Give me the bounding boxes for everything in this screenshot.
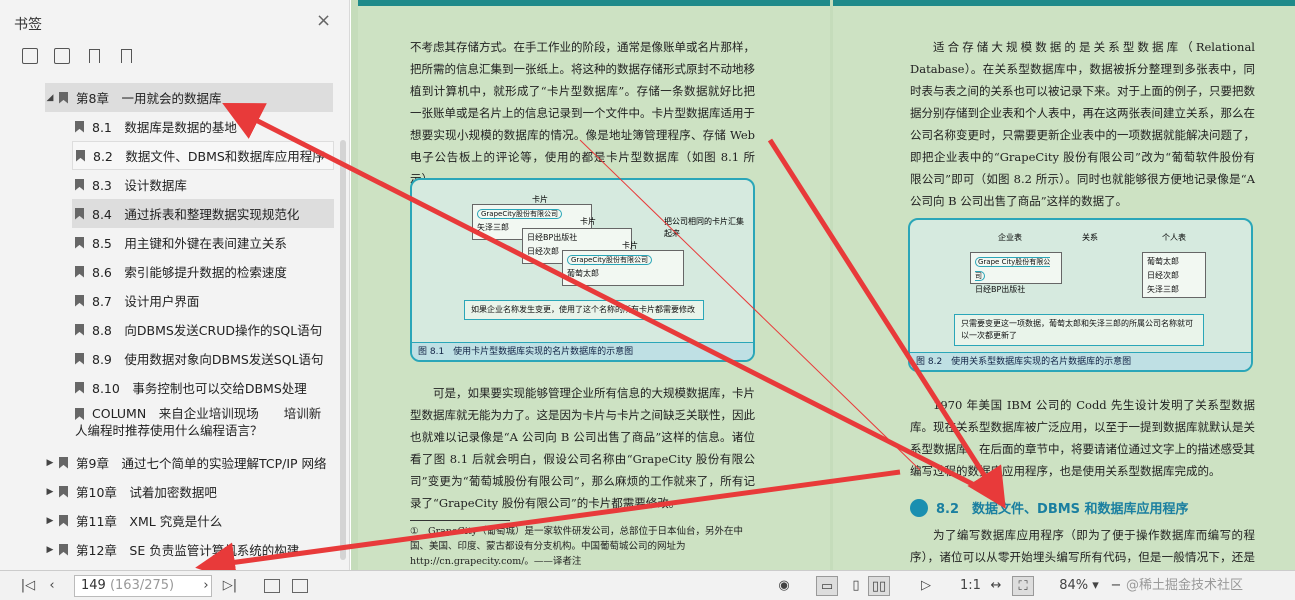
page-header-bar [833, 0, 1295, 6]
bookmark-icon [75, 236, 84, 249]
enter-icon[interactable] [292, 579, 308, 593]
company-table: Grape City股份有限公司 日经BP出版社 [970, 252, 1062, 294]
bookmark-item-8-10[interactable]: 8.10 事务控制也可以交给DBMS处理 [75, 373, 307, 402]
collapse-all-icon[interactable] [54, 48, 70, 64]
bookmark-item-column[interactable]: COLUMN 来自企业培训现场 培训新 人编程时推荐使用什么编程语言？ [75, 405, 321, 441]
bookmark-icon [75, 120, 84, 133]
bookmark-icon [75, 408, 84, 420]
bookmark-icon [75, 323, 84, 336]
last-page-icon[interactable]: ▷| [220, 576, 240, 596]
bookmark-icon [59, 514, 68, 527]
paragraph: 1970 年美国 IBM 公司的 Codd 先生设计发明了关系型数据库。现在关系… [910, 398, 1255, 478]
card: GrapeCity股份有限公司 葡萄太郎 [562, 250, 684, 286]
bookmark-item-8-7[interactable]: 8.7 设计用户界面 [75, 286, 199, 315]
paragraph: 不考虑其存储方式。在手工作业的阶段，通常是像账单或名片那样，把所需的信息汇集到一… [410, 40, 755, 186]
chevron-right-icon[interactable]: ▶ [45, 545, 55, 555]
section-heading: 8.2 数据文件、DBMS 和数据库应用程序 [910, 498, 1189, 517]
figure-8-1: 卡片 GrapeCity股份有限公司 矢泽三郎 卡片 日经BP出版社 日经次郎 卡片… [410, 178, 755, 362]
bookmark-item-ch11[interactable]: ▶ 第11章 XML 究竟是什么 [45, 506, 223, 535]
footnote-rule [410, 520, 510, 521]
bookmark-icon [75, 178, 84, 191]
sidebar-title: 书签 [14, 17, 42, 33]
bookmark-item-8-9[interactable]: 8.9 使用数据对象向DBMS发送SQL语句 [75, 344, 324, 373]
bookmark-icon [75, 294, 84, 307]
bookmark-item-ch9[interactable]: ▶ 第9章 通过七个简单的实验理解TCP/IP 网络 [45, 448, 327, 477]
page-header-bar [358, 0, 830, 6]
bookmark-item-8-1[interactable]: 8.1 数据库是数据的基地 [75, 112, 237, 141]
double-page-icon[interactable]: ▯▯ [868, 576, 890, 596]
footnote: ① GrapeCity（葡萄城）是一家软件研发公司，总部位于日本仙台，另外在中国… [410, 526, 744, 567]
bookmark-item-8-6[interactable]: 8.6 索引能够提升数据的检索速度 [75, 257, 287, 286]
section-icon [910, 498, 928, 517]
bookmark-icon [59, 91, 68, 104]
figure-note: 只需要变更这一项数据，葡萄太郎和矢泽三郎的所属公司名称就可以一次都更新了 [954, 314, 1204, 346]
bookmark-sidebar: 书签 × ◢ 第8章 一用就会的数据库 8.1 数据库是数据的基地 8.2 数据文… [0, 0, 350, 570]
single-page-icon[interactable]: ▭ [816, 576, 838, 596]
sidebar-toolbar [22, 48, 134, 64]
add-bookmark-icon[interactable] [86, 48, 102, 64]
bookmark-item-ch10[interactable]: ▶ 第10章 试着加密数据吧 [45, 477, 217, 506]
bookmark-icon [75, 381, 84, 394]
bookmark-icon [75, 352, 84, 365]
person-table: 葡萄太郎 日经次郎 矢泽三郎 [1142, 252, 1206, 298]
continuous-page-icon[interactable]: ▯ [846, 576, 866, 596]
next-page-icon[interactable]: › [196, 576, 216, 596]
expand-all-icon[interactable] [22, 48, 38, 64]
bookmark-icon [59, 456, 68, 469]
page-number-input[interactable]: 149 (163/275) [74, 575, 212, 597]
bookmark-icon [76, 149, 85, 162]
prev-page-icon[interactable]: ‹ [42, 576, 62, 596]
exit-icon[interactable] [264, 579, 280, 593]
figure-note: 如果企业名称发生变更，使用了这个名称的所有卡片都需要修改 [464, 300, 704, 320]
bookmark-item-ch8[interactable]: ◢ 第8章 一用就会的数据库 [45, 83, 333, 112]
fit-width-icon[interactable]: ↔ [986, 576, 1006, 596]
bookmark-icon [59, 543, 68, 556]
chevron-right-icon[interactable]: ▶ [45, 487, 55, 497]
figure-8-2: 企业表 关系 个人表 Grape City股份有限公司 日经BP出版社 葡萄太郎日… [908, 218, 1253, 372]
bookmark-item-8-2[interactable]: 8.2 数据文件、DBMS和数据库应用程序 [72, 141, 334, 170]
bookmark-item-8-3[interactable]: 8.3 设计数据库 [75, 170, 187, 199]
paragraph: 可是，如果要实现能够管理企业所有信息的大规模数据库，卡片型数据库就无能为力了。这… [410, 386, 755, 510]
chevron-right-icon[interactable]: ▶ [45, 458, 55, 468]
bookmark-icon [75, 207, 84, 220]
paragraph: 适合存储大规模数据的是关系型数据库（Relational Database）。在… [910, 40, 1255, 208]
first-page-icon[interactable]: |◁ [18, 576, 38, 596]
eye-icon[interactable]: ◉ [774, 576, 794, 596]
actual-size-icon[interactable]: 1:1 [960, 576, 981, 596]
bookmark-item-ch12[interactable]: ▶ 第12章 SE 负责监管计算机系统的构建 [45, 535, 300, 564]
zoom-level[interactable]: 84% ▾ [1054, 576, 1104, 596]
bookmark-icon[interactable] [118, 48, 134, 64]
sidebar-scrollbar[interactable] [340, 140, 346, 560]
play-icon[interactable]: ▷ [916, 576, 936, 596]
status-bar: |◁ ‹ 149 (163/275) › ▷| ◉ ▭ ▯ ▯▯ ▷ 1:1 ↔… [0, 570, 1295, 600]
fit-page-icon[interactable]: ⛶ [1012, 576, 1034, 596]
bookmark-item-8-5[interactable]: 8.5 用主键和外键在表间建立关系 [75, 228, 287, 257]
figure-caption: 图 8.1 使用卡片型数据库实现的名片数据库的示意图 [412, 342, 753, 360]
zoom-out-icon[interactable]: − [1108, 576, 1124, 596]
watermark: @稀土掘金技术社区 [1126, 578, 1244, 593]
bookmark-icon [75, 265, 84, 278]
chevron-right-icon[interactable]: ▶ [45, 516, 55, 526]
bookmark-icon [59, 485, 68, 498]
bookmark-item-8-8[interactable]: 8.8 向DBMS发送CRUD操作的SQL语句 [75, 315, 322, 344]
figure-caption: 图 8.2 使用关系型数据库实现的名片数据库的示意图 [910, 352, 1251, 370]
bookmark-item-8-4[interactable]: 8.4 通过拆表和整理数据实现规范化 [72, 199, 334, 228]
close-icon[interactable]: × [316, 12, 331, 30]
chevron-down-icon[interactable]: ◢ [45, 93, 55, 103]
